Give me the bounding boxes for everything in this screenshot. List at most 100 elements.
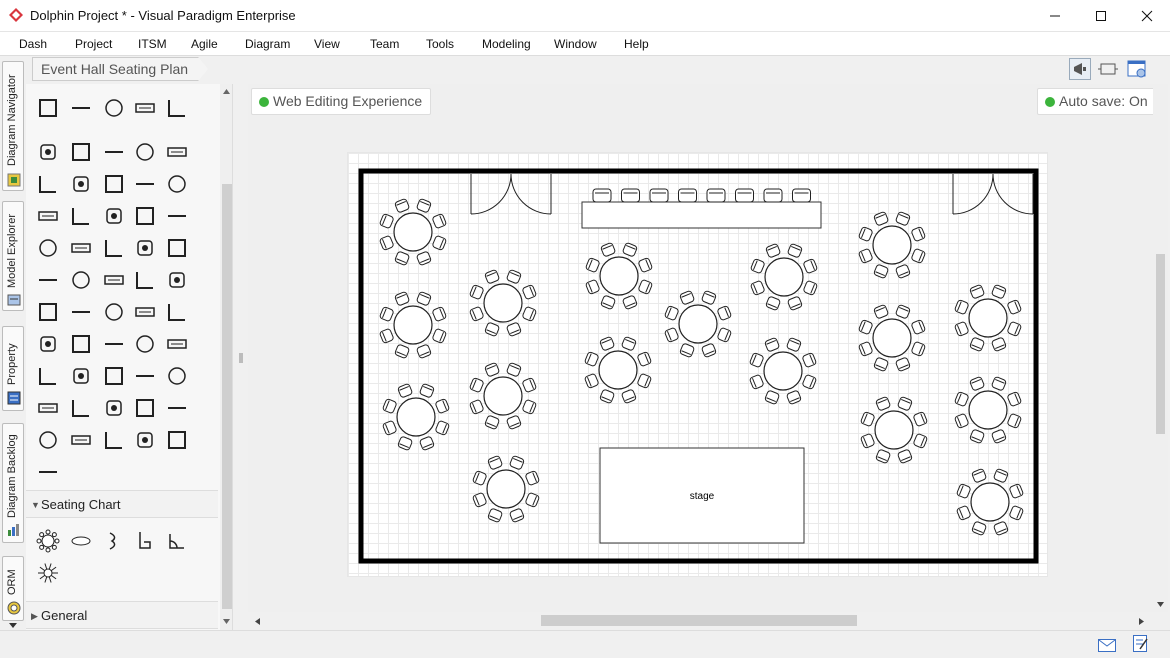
seating-shape-icon[interactable] — [69, 529, 93, 553]
round-table-8[interactable] — [750, 243, 818, 311]
horizontal-scroll-thumb[interactable] — [541, 615, 857, 626]
head-table-chair[interactable] — [792, 188, 811, 203]
round-table-8[interactable] — [860, 396, 928, 464]
scroll-down-icon[interactable] — [8, 622, 18, 630]
shape-tool-icon[interactable] — [36, 396, 60, 420]
head-table[interactable] — [581, 201, 822, 229]
round-table-8[interactable] — [749, 337, 817, 405]
minimize-button[interactable] — [1032, 0, 1078, 32]
scroll-down-icon[interactable] — [222, 618, 231, 625]
shape-tool-icon[interactable] — [133, 332, 157, 356]
seating-shape-icon[interactable] — [36, 529, 60, 553]
round-table-8[interactable] — [472, 455, 540, 523]
round-table-8[interactable] — [382, 383, 450, 451]
shape-tool-icon[interactable] — [36, 300, 60, 324]
round-table-8[interactable] — [954, 284, 1022, 352]
shape-tool-icon[interactable] — [165, 332, 189, 356]
menu-tools[interactable]: Tools — [426, 37, 454, 51]
scroll-up-icon[interactable] — [222, 88, 231, 95]
section-seating-chart[interactable]: ▼ Seating Chart — [26, 490, 218, 518]
round-table-8[interactable] — [664, 290, 732, 358]
diagram-sheet[interactable]: stage — [347, 152, 1048, 577]
shape-tool-icon[interactable] — [69, 172, 93, 196]
shape-tool-icon[interactable] — [133, 396, 157, 420]
head-table-chair[interactable] — [678, 188, 697, 203]
menu-window[interactable]: Window — [554, 37, 597, 51]
round-table-8[interactable] — [469, 269, 537, 337]
shape-tool-icon[interactable] — [165, 300, 189, 324]
shape-tool-icon[interactable] — [165, 364, 189, 388]
shape-tool-icon[interactable] — [102, 396, 126, 420]
seating-shape-icon[interactable] — [165, 529, 189, 553]
head-table-chair[interactable] — [763, 188, 783, 203]
scroll-down-icon[interactable] — [1156, 601, 1165, 608]
shape-tool-icon[interactable] — [133, 300, 157, 324]
menu-agile[interactable]: Agile — [191, 37, 218, 51]
vertical-scroll-thumb[interactable] — [1156, 254, 1165, 434]
shape-tool-icon[interactable] — [102, 204, 126, 228]
round-table-8[interactable] — [858, 211, 926, 279]
round-table-8[interactable] — [379, 291, 447, 359]
fit-diagram-button[interactable] — [1097, 58, 1119, 80]
shape-tool-icon[interactable] — [36, 428, 60, 452]
maximize-button[interactable] — [1078, 0, 1124, 32]
shape-tool-icon[interactable] — [165, 140, 189, 164]
diagram-overview-button[interactable] — [1126, 58, 1148, 80]
round-table-8[interactable] — [469, 362, 537, 430]
shape-tool-icon[interactable] — [36, 364, 60, 388]
menu-view[interactable]: View — [314, 37, 340, 51]
tab-property[interactable]: Property — [2, 326, 24, 411]
shape-tool-icon[interactable] — [133, 268, 157, 292]
shape-tool-icon[interactable] — [102, 364, 126, 388]
shape-tool-icon[interactable] — [69, 140, 93, 164]
shape-tool-icon[interactable] — [102, 172, 126, 196]
scroll-left-icon[interactable] — [254, 617, 261, 626]
shape-tool-icon[interactable] — [133, 428, 157, 452]
shape-tool-icon[interactable] — [69, 364, 93, 388]
shape-tool-icon[interactable] — [133, 96, 157, 120]
close-button[interactable] — [1124, 0, 1170, 32]
shape-tool-icon[interactable] — [69, 428, 93, 452]
shape-tool-icon[interactable] — [133, 204, 157, 228]
menu-itsm[interactable]: ITSM — [138, 37, 167, 51]
shape-tool-icon[interactable] — [36, 332, 60, 356]
menu-help[interactable]: Help — [624, 37, 649, 51]
breadcrumb[interactable]: Event Hall Seating Plan — [32, 57, 208, 81]
seating-shape-icon[interactable] — [102, 529, 126, 553]
shape-tool-icon[interactable] — [36, 460, 60, 484]
seating-floor-plan[interactable]: stage — [348, 153, 1049, 578]
menu-diagram[interactable]: Diagram — [245, 37, 290, 51]
round-table-8[interactable] — [954, 376, 1022, 444]
shape-tool-icon[interactable] — [69, 96, 93, 120]
edit-document-icon[interactable] — [1133, 635, 1149, 653]
shape-tool-icon[interactable] — [36, 204, 60, 228]
shape-tool-icon[interactable] — [165, 96, 189, 120]
menu-project[interactable]: Project — [75, 37, 112, 51]
web-editing-chip[interactable]: Web Editing Experience — [251, 88, 432, 115]
menu-modeling[interactable]: Modeling — [482, 37, 531, 51]
shape-tool-icon[interactable] — [133, 140, 157, 164]
round-table-8[interactable] — [379, 198, 447, 266]
shape-tool-icon[interactable] — [102, 236, 126, 260]
shape-tool-icon[interactable] — [36, 268, 60, 292]
mail-icon[interactable] — [1098, 639, 1116, 652]
head-table-chair[interactable] — [649, 188, 669, 203]
shape-tool-icon[interactable] — [102, 300, 126, 324]
shape-tool-icon[interactable] — [165, 396, 189, 420]
head-table-chair[interactable] — [592, 188, 612, 203]
announce-button[interactable] — [1069, 58, 1091, 80]
shape-tool-icon[interactable] — [69, 268, 93, 292]
shape-tool-icon[interactable] — [133, 236, 157, 260]
round-table-8[interactable] — [956, 468, 1024, 536]
shape-tool-icon[interactable] — [102, 268, 126, 292]
auto-save-chip[interactable]: Auto save: On — [1037, 88, 1157, 115]
section-general[interactable]: ▶ General — [26, 601, 218, 629]
shape-tool-icon[interactable] — [165, 172, 189, 196]
shape-tool-icon[interactable] — [36, 172, 60, 196]
shape-tool-icon[interactable] — [102, 428, 126, 452]
shape-tool-icon[interactable] — [36, 140, 60, 164]
shape-tool-icon[interactable] — [165, 428, 189, 452]
menu-dash[interactable]: Dash — [19, 37, 47, 51]
double-door[interactable] — [470, 173, 552, 215]
shape-tool-icon[interactable] — [165, 204, 189, 228]
